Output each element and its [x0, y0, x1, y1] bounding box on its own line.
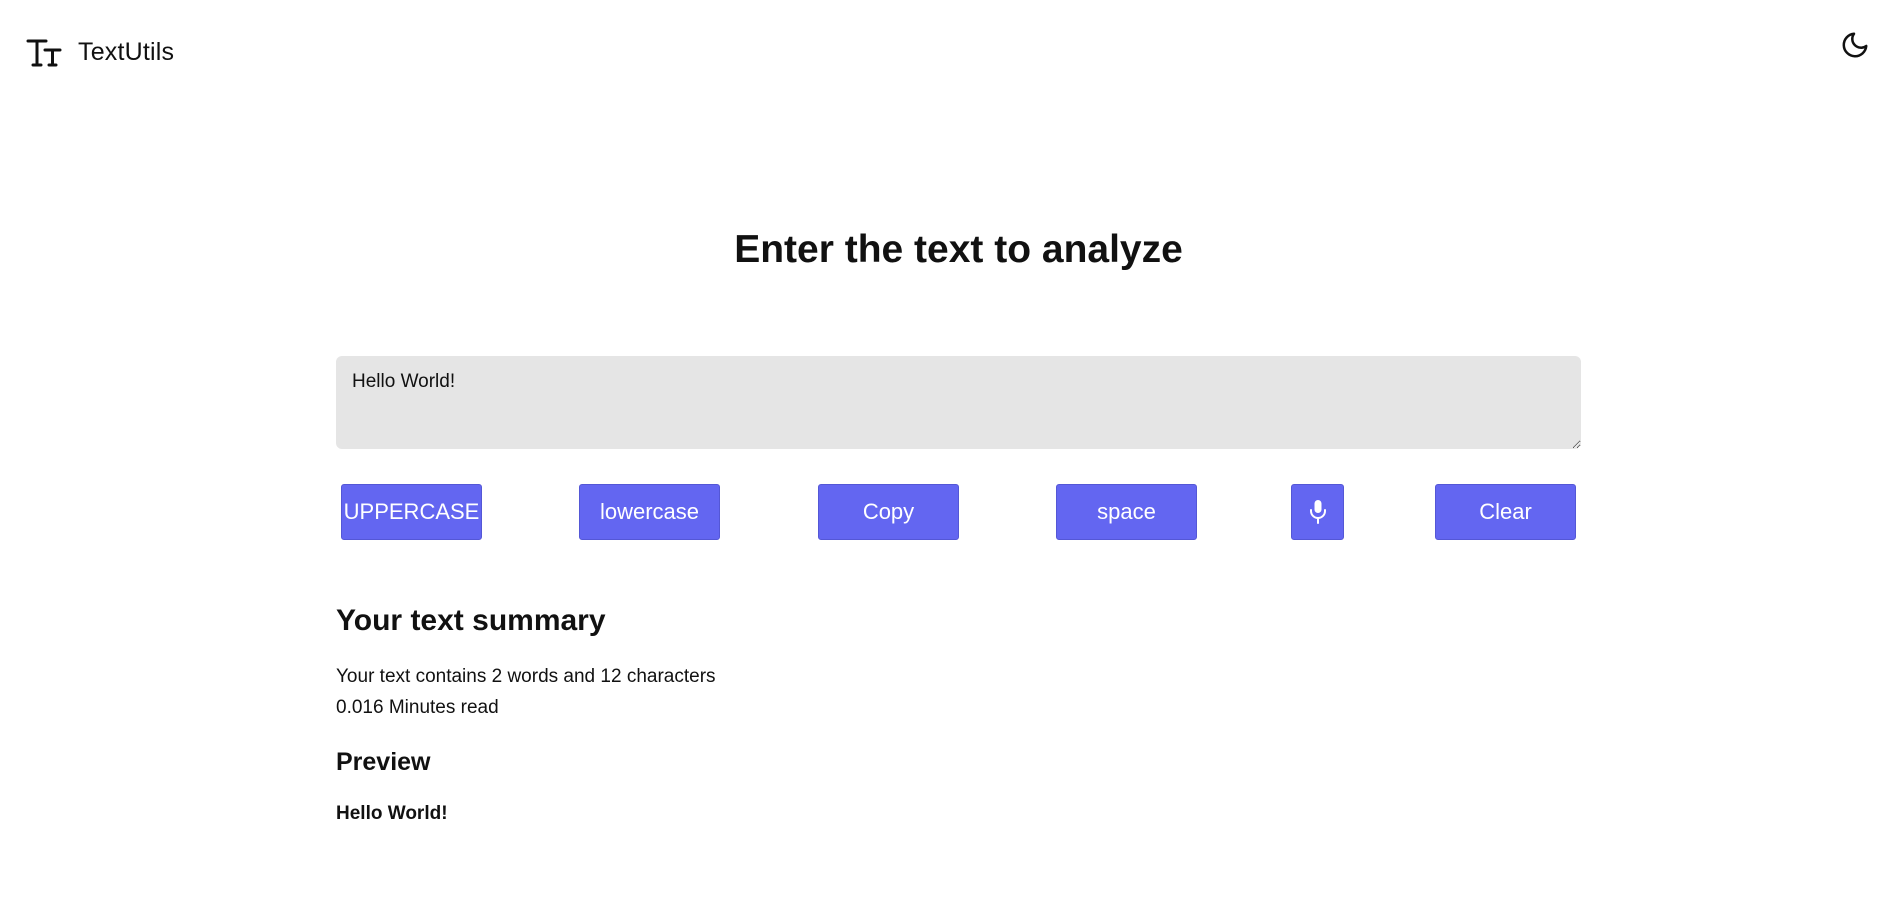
clear-button[interactable]: Clear [1435, 484, 1576, 540]
text-input[interactable]: Hello World! [336, 356, 1581, 449]
preview-title: Preview [336, 748, 431, 776]
moon-icon [1842, 32, 1868, 58]
reading-time: 0.016 Minutes read [336, 697, 499, 718]
microphone-button[interactable] [1291, 484, 1344, 540]
navbar: TextUtils [0, 0, 1899, 110]
brand-name: TextUtils [78, 37, 175, 66]
space-button[interactable]: space [1056, 484, 1197, 540]
summary-title: Your text summary [336, 604, 606, 637]
lowercase-button[interactable]: lowercase [579, 484, 720, 540]
brand-link[interactable]: TextUtils [26, 36, 174, 68]
text-size-icon [26, 39, 62, 67]
copy-button[interactable]: Copy [818, 484, 959, 540]
word-character-count: Your text contains 2 words and 12 charac… [336, 666, 716, 687]
page-title: Enter the text to analyze [734, 228, 1183, 271]
microphone-icon [1309, 500, 1326, 524]
theme-toggle-button[interactable] [1836, 26, 1874, 64]
preview-text: Hello World! [336, 803, 448, 824]
uppercase-button[interactable]: UPPERCASE [341, 484, 482, 540]
